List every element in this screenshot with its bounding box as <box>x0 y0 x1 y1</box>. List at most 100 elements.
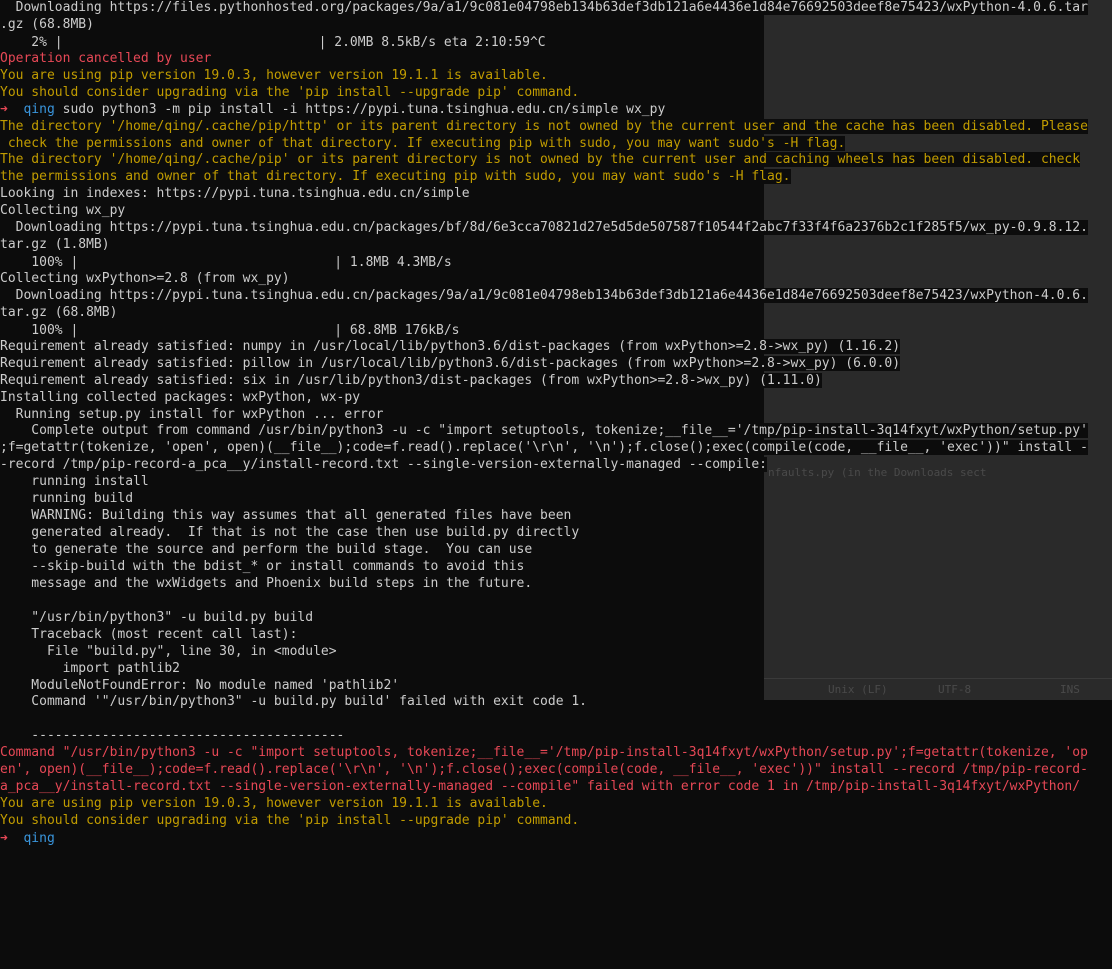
prompt-line: ➜ qing sudo python3 -m pip install -i ht… <box>0 101 1112 119</box>
prompt-spacer <box>7 101 24 117</box>
output-text: message and the wxWidgets and Phoenix bu… <box>0 575 533 591</box>
progress-stats: 68.8MB 176kB/s <box>342 322 460 338</box>
terminal-line: The directory '/home/qing/.cache/pip/htt… <box>0 118 1112 136</box>
progress-bar-right-edge: | <box>334 255 343 271</box>
terminal-line: ---------------------------------------- <box>0 728 1112 745</box>
terminal-line: Collecting wx_py <box>0 203 1112 220</box>
terminal-line: Collecting wxPython>=2.8 (from wx_py) <box>0 271 1112 288</box>
progress-bar-empty <box>67 33 319 49</box>
terminal-line: You should consider upgrading via the 'p… <box>0 84 1112 102</box>
warning-text: You are using pip version 19.0.3, howeve… <box>0 67 548 83</box>
progress-stats: 2.0MB 8.5kB/s eta 2:10:59^C <box>326 34 546 50</box>
terminal-line: .gz (68.8MB) <box>0 16 1112 34</box>
progress-percent: 100% <box>0 255 71 271</box>
terminal-line: WARNING: Building this way assumes that … <box>0 508 1112 525</box>
terminal-line: 100% | | 68.8MB 176kB/s <box>0 321 1112 339</box>
terminal-line: The directory '/home/qing/.cache/pip' or… <box>0 152 1112 169</box>
output-text: generated already. If that is not the ca… <box>0 525 580 541</box>
output-text: Downloading https://pypi.tuna.tsinghua.e… <box>0 220 1088 236</box>
progress-bar-fill <box>78 321 335 337</box>
terminal-line: Command "/usr/bin/python3 -u -c "import … <box>0 745 1112 762</box>
output-text: Downloading https://pypi.tuna.tsinghua.e… <box>0 287 1088 303</box>
output-text: Running setup.py install for wxPython ..… <box>0 406 384 422</box>
warning-text: You are using pip version 19.0.3, howeve… <box>0 796 548 812</box>
terminal-line: to generate the source and perform the b… <box>0 542 1112 559</box>
output-text: Complete output from command /usr/bin/py… <box>0 423 1088 439</box>
prompt-directory: qing <box>23 101 55 117</box>
terminal-line: Running setup.py install for wxPython ..… <box>0 406 1112 424</box>
progress-bar-left-edge: | <box>70 255 79 271</box>
terminal-line: running install <box>0 474 1112 491</box>
output-text: Requirement already satisfied: six in /u… <box>0 372 822 388</box>
progress-bar-fill <box>78 254 335 270</box>
terminal-line: "/usr/bin/python3" -u build.py build <box>0 609 1112 627</box>
warning-text: check the permissions and owner of that … <box>0 135 846 151</box>
terminal-line: a_pca__y/install-record.txt --single-ver… <box>0 779 1112 796</box>
terminal-line: import pathlib2 <box>0 660 1112 678</box>
terminal-line: tar.gz (1.8MB) <box>0 237 1112 254</box>
output-text: .gz (68.8MB) <box>0 16 94 32</box>
error-text: en', open)(__file__);code=f.read().repla… <box>0 762 1088 778</box>
prompt-spacer <box>7 830 24 846</box>
output-text: ---------------------------------------- <box>0 728 345 744</box>
output-text: Requirement already satisfied: pillow in… <box>0 355 901 371</box>
terminal-line: Looking in indexes: https://pypi.tuna.ts… <box>0 186 1112 203</box>
output-text: Requirement already satisfied: numpy in … <box>0 338 901 354</box>
terminal-line: ;f=getattr(tokenize, 'open', open)(__fil… <box>0 440 1112 457</box>
terminal-line: check the permissions and owner of that … <box>0 135 1112 153</box>
output-text: Installing collected packages: wxPython,… <box>0 389 361 405</box>
text-cursor <box>62 829 71 845</box>
command-text: sudo python3 -m pip install -i https://p… <box>54 101 666 117</box>
terminal-line: -record /tmp/pip-record-a_pca__y/install… <box>0 457 1112 474</box>
progress-percent: 2% <box>0 34 55 50</box>
progress-bar-left-edge: | <box>54 34 63 50</box>
terminal-line: tar.gz (68.8MB) <box>0 304 1112 322</box>
error-text: Operation cancelled by user <box>0 50 212 66</box>
output-text: Collecting wxPython>=2.8 (from wx_py) <box>0 271 290 286</box>
output-text: -record /tmp/pip-record-a_pca__y/install… <box>0 457 768 473</box>
output-text: ;f=getattr(tokenize, 'open', open)(__fil… <box>0 440 1088 456</box>
terminal-line: You are using pip version 19.0.3, howeve… <box>0 67 1112 85</box>
terminal-line: File "build.py", line 30, in <module> <box>0 643 1112 661</box>
warning-text: the permissions and owner of that direct… <box>0 169 791 185</box>
output-text: tar.gz (1.8MB) <box>0 237 110 253</box>
arrow-right-icon: ➜ <box>0 830 8 846</box>
terminal-line: Requirement already satisfied: pillow in… <box>0 355 1112 373</box>
output-text: to generate the source and perform the b… <box>0 542 533 557</box>
terminal-line: Complete output from command /usr/bin/py… <box>0 423 1112 440</box>
warning-text: The directory '/home/qing/.cache/pip/htt… <box>0 118 1088 134</box>
terminal-line: 2% | | 2.0MB 8.5kB/s eta 2:10:59^C <box>0 33 1112 51</box>
output-text: "/usr/bin/python3" -u build.py build <box>0 609 314 625</box>
output-text: Looking in indexes: https://pypi.tuna.ts… <box>0 186 470 202</box>
terminal-line: running build <box>0 491 1112 508</box>
output-text: ModuleNotFoundError: No module named 'pa… <box>0 677 400 693</box>
arrow-right-icon: ➜ <box>0 101 8 117</box>
terminal-line: ModuleNotFoundError: No module named 'pa… <box>0 677 1112 695</box>
output-text: Collecting wx_py <box>0 203 126 219</box>
terminal-line: Downloading https://pypi.tuna.tsinghua.e… <box>0 287 1112 305</box>
terminal-line: Requirement already satisfied: numpy in … <box>0 338 1112 356</box>
command-input[interactable] <box>54 830 63 846</box>
terminal-line: Requirement already satisfied: six in /u… <box>0 372 1112 390</box>
prompt-directory: qing <box>23 830 55 846</box>
progress-bar-right-edge: | <box>334 322 343 338</box>
terminal-line: You should consider upgrading via the 'p… <box>0 813 1112 830</box>
output-text: --skip-build with the bdist_* or install… <box>0 558 525 574</box>
terminal-line: Downloading https://pypi.tuna.tsinghua.e… <box>0 220 1112 237</box>
output-text: Command '"/usr/bin/python3" -u build.py … <box>0 694 587 710</box>
terminal-line: Operation cancelled by user <box>0 50 1112 68</box>
terminal-window[interactable]: Downloading https://files.pythonhosted.o… <box>0 0 1112 969</box>
warning-text: The directory '/home/qing/.cache/pip' or… <box>0 152 1081 168</box>
terminal-line: You are using pip version 19.0.3, howeve… <box>0 796 1112 813</box>
prompt-line: ➜ qing <box>0 829 1112 847</box>
progress-percent: 100% <box>0 322 71 338</box>
error-text: Command "/usr/bin/python3 -u -c "import … <box>0 745 1088 761</box>
output-text: Downloading https://files.pythonhosted.o… <box>0 0 1088 15</box>
terminal-line: --skip-build with the bdist_* or install… <box>0 558 1112 576</box>
terminal-line: Installing collected packages: wxPython,… <box>0 389 1112 407</box>
warning-text: You should consider upgrading via the 'p… <box>0 84 580 100</box>
terminal-line: the permissions and owner of that direct… <box>0 169 1112 186</box>
output-text: import pathlib2 <box>0 660 181 676</box>
progress-bar-left-edge: | <box>70 322 79 338</box>
